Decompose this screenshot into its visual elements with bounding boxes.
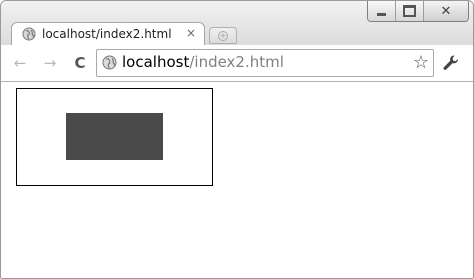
globe-icon	[22, 27, 36, 41]
maximize-icon	[403, 5, 416, 17]
window-controls: ✕	[367, 1, 469, 22]
maximize-button[interactable]	[395, 1, 423, 21]
inner-box	[66, 113, 163, 160]
close-window-button[interactable]: ✕	[423, 1, 468, 21]
tab-title: localhost/index2.html	[42, 27, 172, 41]
url-path: /index2.html	[189, 53, 284, 71]
close-icon: ✕	[440, 3, 452, 19]
url-host: localhost	[122, 53, 190, 71]
bookmark-star-icon[interactable]: ☆	[413, 52, 429, 73]
reload-button[interactable]: C	[71, 54, 89, 72]
globe-icon	[102, 55, 117, 70]
new-tab-button[interactable]: +	[209, 27, 237, 44]
forward-button[interactable]: →	[41, 54, 59, 72]
page-viewport	[1, 82, 473, 278]
url-text: localhost/index2.html	[122, 53, 284, 71]
outer-box	[16, 88, 213, 186]
back-button[interactable]: ←	[11, 54, 29, 72]
wrench-icon[interactable]	[441, 53, 461, 73]
tab-close-icon[interactable]: ×	[186, 26, 196, 40]
tab-active[interactable]: localhost/index2.html ×	[11, 22, 205, 47]
address-bar[interactable]: localhost/index2.html ☆	[96, 49, 434, 77]
minimize-icon	[377, 12, 386, 16]
title-bar: ✕ localhost/index2.html × +	[1, 1, 473, 47]
new-tab-icon: +	[218, 30, 228, 41]
browser-window: ✕ localhost/index2.html × + ← → C localh…	[0, 0, 474, 279]
minimize-button[interactable]	[368, 1, 395, 21]
toolbar: ← → C localhost/index2.html ☆	[1, 45, 473, 82]
